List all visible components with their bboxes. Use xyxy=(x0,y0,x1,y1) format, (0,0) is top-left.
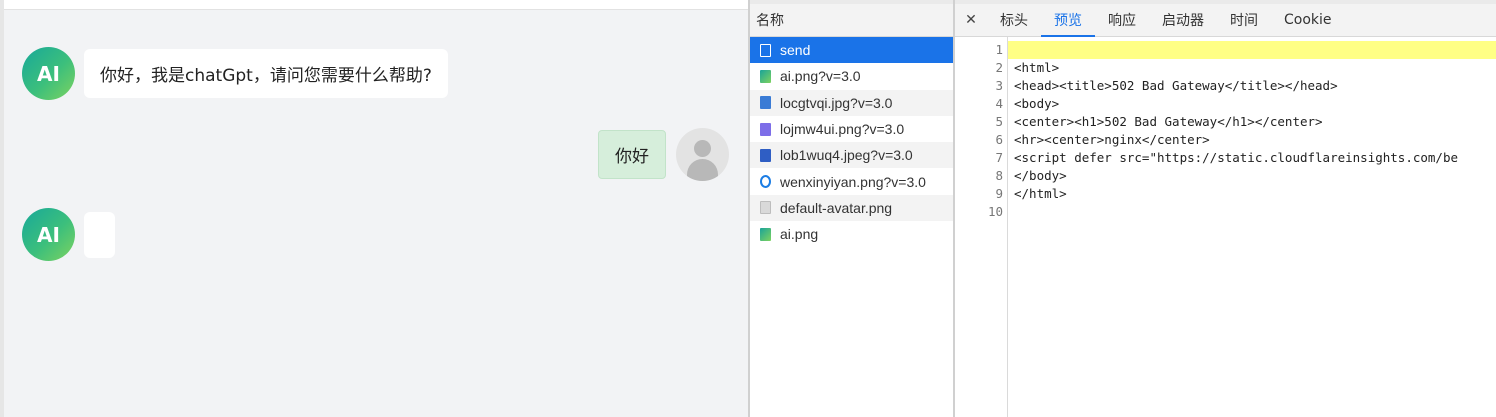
line-number: 6 xyxy=(995,132,1003,147)
chat-top-bar xyxy=(4,0,748,10)
request-row[interactable]: lojmw4ui.png?v=3.0 xyxy=(750,116,953,142)
request-name: default-avatar.png xyxy=(780,199,893,216)
line-number: 3 xyxy=(995,78,1003,93)
request-row[interactable]: default-avatar.png xyxy=(750,194,953,222)
ai-message-bubble: 你好，我是chatGpt，请问您需要什么帮助? xyxy=(84,49,448,98)
close-icon[interactable]: ✕ xyxy=(955,4,987,36)
network-request-list: 名称 send ai.png?v=3.0 locgtvqi.jpg?v=3.0 loj… xyxy=(748,0,955,417)
code-line: 10 xyxy=(955,203,1496,221)
ai-avatar: AI xyxy=(22,208,75,261)
line-text: <center><h1>502 Bad Gateway</h1></center… xyxy=(1014,114,1323,129)
chat-panel: AI 你好，我是chatGpt，请问您需要什么帮助? 你好 AI xyxy=(0,0,748,417)
line-number: 9 xyxy=(995,186,1003,201)
line-highlight xyxy=(1008,41,1496,59)
code-line: 8 </body> xyxy=(955,167,1496,185)
ai-message-bubble-empty xyxy=(84,211,115,258)
line-text: <head><title>502 Bad Gateway</title></he… xyxy=(1014,78,1338,93)
image-icon xyxy=(760,227,771,241)
tab-3[interactable]: 启动器 xyxy=(1149,4,1217,36)
request-name: wenxinyiyan.png?v=3.0 xyxy=(780,173,926,190)
request-row[interactable]: locgtvqi.jpg?v=3.0 xyxy=(750,89,953,116)
line-text: <body> xyxy=(1014,96,1060,111)
line-number: 2 xyxy=(995,60,1003,75)
code-line: 5 <center><h1>502 Bad Gateway</h1></cente… xyxy=(955,113,1496,131)
user-message: 你好 xyxy=(598,128,729,181)
image-icon xyxy=(760,96,771,110)
line-text: <hr><center>nginx</center> xyxy=(1014,132,1210,147)
code-line: 1 xyxy=(955,41,1496,59)
ai-message-pending: AI xyxy=(22,208,115,261)
user-message-bubble: 你好 xyxy=(598,130,666,179)
request-name: locgtvqi.jpg?v=3.0 xyxy=(780,94,893,111)
request-name: ai.png xyxy=(780,226,819,243)
request-name: ai.png?v=3.0 xyxy=(780,68,861,85)
request-name: lojmw4ui.png?v=3.0 xyxy=(780,121,905,138)
tab-5[interactable]: Cookie xyxy=(1271,4,1345,36)
request-row[interactable]: ai.png xyxy=(750,221,953,247)
request-name: send xyxy=(780,42,811,59)
request-detail-panel: ✕ 标头 预览 响应 启动器 时间 Cookie 1 2 <html> 3 <head><titl… xyxy=(955,0,1496,417)
code-line: 6 <hr><center>nginx</center> xyxy=(955,131,1496,149)
user-avatar xyxy=(676,128,729,181)
line-text: <script defer src="https://static.cloudf… xyxy=(1014,150,1459,165)
code-line: 4 <body> xyxy=(955,95,1496,113)
image-icon xyxy=(760,122,771,136)
line-number: 4 xyxy=(995,96,1003,111)
line-text: <html> xyxy=(1014,60,1060,75)
preview-code-view: 1 2 <html> 3 <head><title>502 Bad Gateway</t… xyxy=(955,37,1496,417)
tab-0[interactable]: 标头 xyxy=(987,4,1041,36)
detail-tab-bar: ✕ 标头 预览 响应 启动器 时间 Cookie xyxy=(955,0,1496,37)
code-line: 7 <script defer src="https://static.cloud… xyxy=(955,149,1496,167)
image-icon xyxy=(760,201,771,215)
ai-avatar: AI xyxy=(22,47,75,100)
request-name: lob1wuq4.jpeg?v=3.0 xyxy=(780,147,913,164)
line-number: 10 xyxy=(987,204,1003,219)
line-number: 5 xyxy=(995,114,1003,129)
code-line: 9 </html> xyxy=(955,185,1496,203)
request-row[interactable]: lob1wuq4.jpeg?v=3.0 xyxy=(750,142,953,169)
code-line: 3 <head><title>502 Bad Gateway</title></h… xyxy=(955,77,1496,95)
request-row[interactable]: send xyxy=(750,37,953,64)
line-number: 7 xyxy=(995,150,1003,165)
request-row[interactable]: wenxinyiyan.png?v=3.0 xyxy=(750,168,953,194)
line-number: 8 xyxy=(995,168,1003,183)
document-icon xyxy=(760,43,771,57)
tab-1[interactable]: 预览 xyxy=(1041,4,1095,37)
code-line: 2 <html> xyxy=(955,59,1496,77)
request-row[interactable]: ai.png?v=3.0 xyxy=(750,63,953,89)
line-text: </html> xyxy=(1014,186,1067,201)
tab-4[interactable]: 时间 xyxy=(1217,4,1271,36)
image-icon xyxy=(760,69,771,83)
line-text: </body> xyxy=(1014,168,1067,183)
ai-message-greeting: AI 你好，我是chatGpt，请问您需要什么帮助? xyxy=(22,47,448,100)
image-icon xyxy=(760,148,771,162)
image-icon xyxy=(760,175,771,189)
tab-2[interactable]: 响应 xyxy=(1095,4,1149,36)
line-number: 1 xyxy=(995,42,1003,57)
name-column-header[interactable]: 名称 xyxy=(750,0,953,37)
